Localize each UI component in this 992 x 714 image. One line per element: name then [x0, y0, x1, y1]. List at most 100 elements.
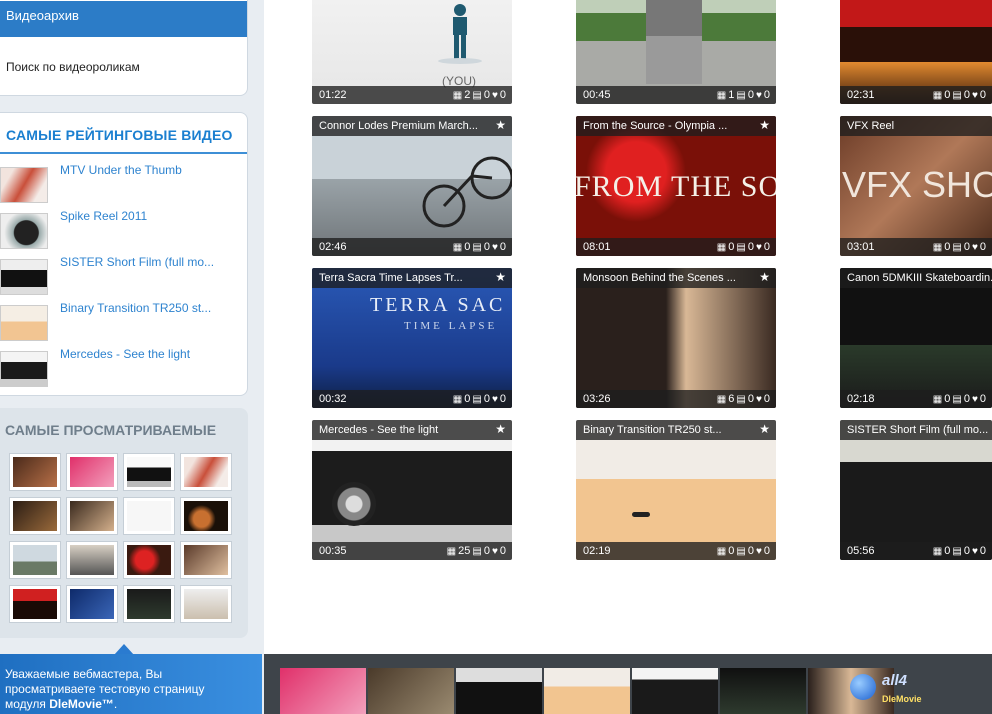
- star-icon[interactable]: ★: [495, 118, 506, 132]
- likes-count: 0: [979, 545, 986, 557]
- nav-item-search-videos[interactable]: Поиск по видеороликам: [6, 60, 140, 74]
- video-title[interactable]: Binary Transition TR250 st...: [576, 420, 776, 440]
- watermark-sub: DleMovie: [882, 694, 922, 704]
- video-thumbnail[interactable]: [123, 541, 175, 579]
- notice-text: .: [113, 697, 118, 711]
- video-card[interactable]: 00:45 ▦ 1 ▤ 0 ♥ 0: [576, 0, 776, 104]
- thumbnail-strip: all4 DleMovie: [264, 654, 992, 714]
- star-icon[interactable]: ★: [759, 422, 770, 436]
- rated-item[interactable]: SISTER Short Film (full mo...: [0, 255, 240, 297]
- video-thumbnail[interactable]: [0, 259, 48, 295]
- video-thumbnail[interactable]: [544, 668, 630, 714]
- video-thumbnail[interactable]: [66, 497, 118, 535]
- video-stats: ▦ 6 ▤ 0 ♥ 0: [715, 390, 770, 408]
- star-icon[interactable]: ★: [495, 422, 506, 436]
- card-overlay-text: TIME LAPSE: [404, 320, 498, 332]
- video-card[interactable]: TERRA SAC TIME LAPSE Terra Sacra Time La…: [312, 268, 512, 408]
- card-info-bar: 00:45 ▦ 1 ▤ 0 ♥ 0: [576, 86, 776, 104]
- comments-count: 0: [483, 545, 490, 557]
- video-thumbnail[interactable]: [9, 585, 61, 623]
- comments-count: 0: [963, 241, 970, 253]
- video-title[interactable]: Mercedes - See the light: [312, 420, 512, 440]
- video-stats: ▦ 0 ▤ 0 ♥ 0: [451, 390, 506, 408]
- comments-count: 0: [483, 241, 490, 253]
- comments-count: 0: [963, 393, 970, 405]
- video-card[interactable]: Canon 5DMKIII Skateboardin... 02:18 ▦ 0 ▤ 0 ♥…: [840, 268, 992, 408]
- video-title[interactable]: Monsoon Behind the Scenes ...: [576, 268, 776, 288]
- video-thumbnail[interactable]: [180, 453, 232, 491]
- globe-icon: [850, 674, 876, 700]
- comments-count: 0: [747, 545, 754, 557]
- video-thumbnail[interactable]: [0, 213, 48, 249]
- video-title[interactable]: Terra Sacra Time Lapses Tr...: [312, 268, 512, 288]
- video-card[interactable]: 02:31 ▦ 0 ▤ 0 ♥ 0: [840, 0, 992, 104]
- video-grid: (YOU) 01:22 ▦ 2 ▤ 0 ♥ 0 00:45 ▦ 1 ▤ 0 ♥ 0 02:31 ▦ 0 ▤ 0 ♥…: [264, 0, 992, 654]
- video-card[interactable]: Connor Lodes Premium March... ★ 02:46 ▦ 0 ▤ 0…: [312, 116, 512, 256]
- video-duration: 02:19: [583, 545, 611, 557]
- video-thumbnail[interactable]: [180, 497, 232, 535]
- video-thumbnail[interactable]: [0, 351, 48, 387]
- video-title[interactable]: Canon 5DMKIII Skateboardin...: [840, 268, 992, 288]
- video-thumbnail[interactable]: [9, 541, 61, 579]
- video-thumbnail[interactable]: [123, 453, 175, 491]
- video-thumbnail[interactable]: [180, 541, 232, 579]
- video-thumbnail[interactable]: [123, 585, 175, 623]
- video-card[interactable]: Monsoon Behind the Scenes ... ★ 03:26 ▦ 6 ▤ 0…: [576, 268, 776, 408]
- video-title[interactable]: SISTER Short Film (full mo...: [840, 420, 992, 440]
- video-thumbnail[interactable]: [632, 668, 718, 714]
- comment-icon: ▤: [952, 394, 962, 405]
- rated-item[interactable]: Spike Reel 2011: [0, 209, 240, 251]
- video-thumbnail[interactable]: [180, 585, 232, 623]
- video-thumbnail[interactable]: [368, 668, 454, 714]
- video-stats: ▦ 0 ▤ 0 ♥ 0: [715, 238, 770, 256]
- video-thumbnail[interactable]: [66, 585, 118, 623]
- video-duration: 01:22: [319, 89, 347, 101]
- video-duration: 02:46: [319, 241, 347, 253]
- video-thumbnail[interactable]: [720, 668, 806, 714]
- video-thumbnail[interactable]: [280, 668, 366, 714]
- heart-icon: ♥: [971, 242, 978, 253]
- card-info-bar: 08:01 ▦ 0 ▤ 0 ♥ 0: [576, 238, 776, 256]
- card-info-bar: 00:32 ▦ 0 ▤ 0 ♥ 0: [312, 390, 512, 408]
- star-icon[interactable]: ★: [759, 118, 770, 132]
- video-card[interactable]: SISTER Short Film (full mo... 05:56 ▦ 0 ▤ 0 ♥…: [840, 420, 992, 560]
- star-icon[interactable]: ★: [495, 270, 506, 284]
- video-thumbnail[interactable]: [456, 668, 542, 714]
- video-thumbnail[interactable]: [123, 497, 175, 535]
- likes-count: 0: [499, 241, 506, 253]
- video-card[interactable]: VFX SHO VFX Reel 03:01 ▦ 0 ▤ 0 ♥ 0: [840, 116, 992, 256]
- notice-line: модуля DleMovie™.: [5, 697, 257, 712]
- video-card[interactable]: (YOU) 01:22 ▦ 2 ▤ 0 ♥ 0: [312, 0, 512, 104]
- video-card[interactable]: Mercedes - See the light ★ 00:35 ▦ 25 ▤ 0 ♥ 0: [312, 420, 512, 560]
- video-thumbnail[interactable]: [9, 497, 61, 535]
- video-stats: ▦ 0 ▤ 0 ♥ 0: [931, 390, 986, 408]
- film-icon: ▦: [932, 242, 943, 253]
- video-card[interactable]: Binary Transition TR250 st... ★ 02:19 ▦ 0 ▤ 0…: [576, 420, 776, 560]
- video-thumbnail[interactable]: [0, 167, 48, 203]
- rated-item-link[interactable]: Mercedes - See the light: [60, 347, 190, 361]
- rated-item[interactable]: Mercedes - See the light: [0, 347, 240, 389]
- video-stats: ▦ 2 ▤ 0 ♥ 0: [451, 86, 506, 104]
- video-thumbnail[interactable]: [66, 541, 118, 579]
- video-stats: ▦ 25 ▤ 0 ♥ 0: [445, 542, 506, 560]
- star-icon[interactable]: ★: [759, 270, 770, 284]
- film-icon: ▦: [446, 546, 457, 557]
- video-title[interactable]: From the Source - Olympia ...: [576, 116, 776, 136]
- video-thumbnail[interactable]: [0, 305, 48, 341]
- likes-count: 0: [979, 241, 986, 253]
- video-title[interactable]: Connor Lodes Premium March...: [312, 116, 512, 136]
- rated-item-link[interactable]: Binary Transition TR250 st...: [60, 301, 211, 315]
- video-card[interactable]: FROM THE SO From the Source - Olympia ..…: [576, 116, 776, 256]
- video-thumbnail[interactable]: [9, 453, 61, 491]
- nav-item-video-archive[interactable]: Видеоархив: [0, 1, 247, 37]
- rated-item-link[interactable]: SISTER Short Film (full mo...: [60, 255, 214, 269]
- rated-item-link[interactable]: MTV Under the Thumb: [60, 163, 182, 177]
- video-title[interactable]: VFX Reel: [840, 116, 992, 136]
- rated-item[interactable]: Binary Transition TR250 st...: [0, 301, 240, 343]
- rated-item[interactable]: MTV Under the Thumb: [0, 163, 240, 205]
- rated-item-link[interactable]: Spike Reel 2011: [60, 209, 147, 223]
- heart-icon: ♥: [755, 546, 762, 557]
- shots-count: 0: [944, 393, 951, 405]
- video-thumbnail[interactable]: [66, 453, 118, 491]
- film-icon: ▦: [452, 242, 463, 253]
